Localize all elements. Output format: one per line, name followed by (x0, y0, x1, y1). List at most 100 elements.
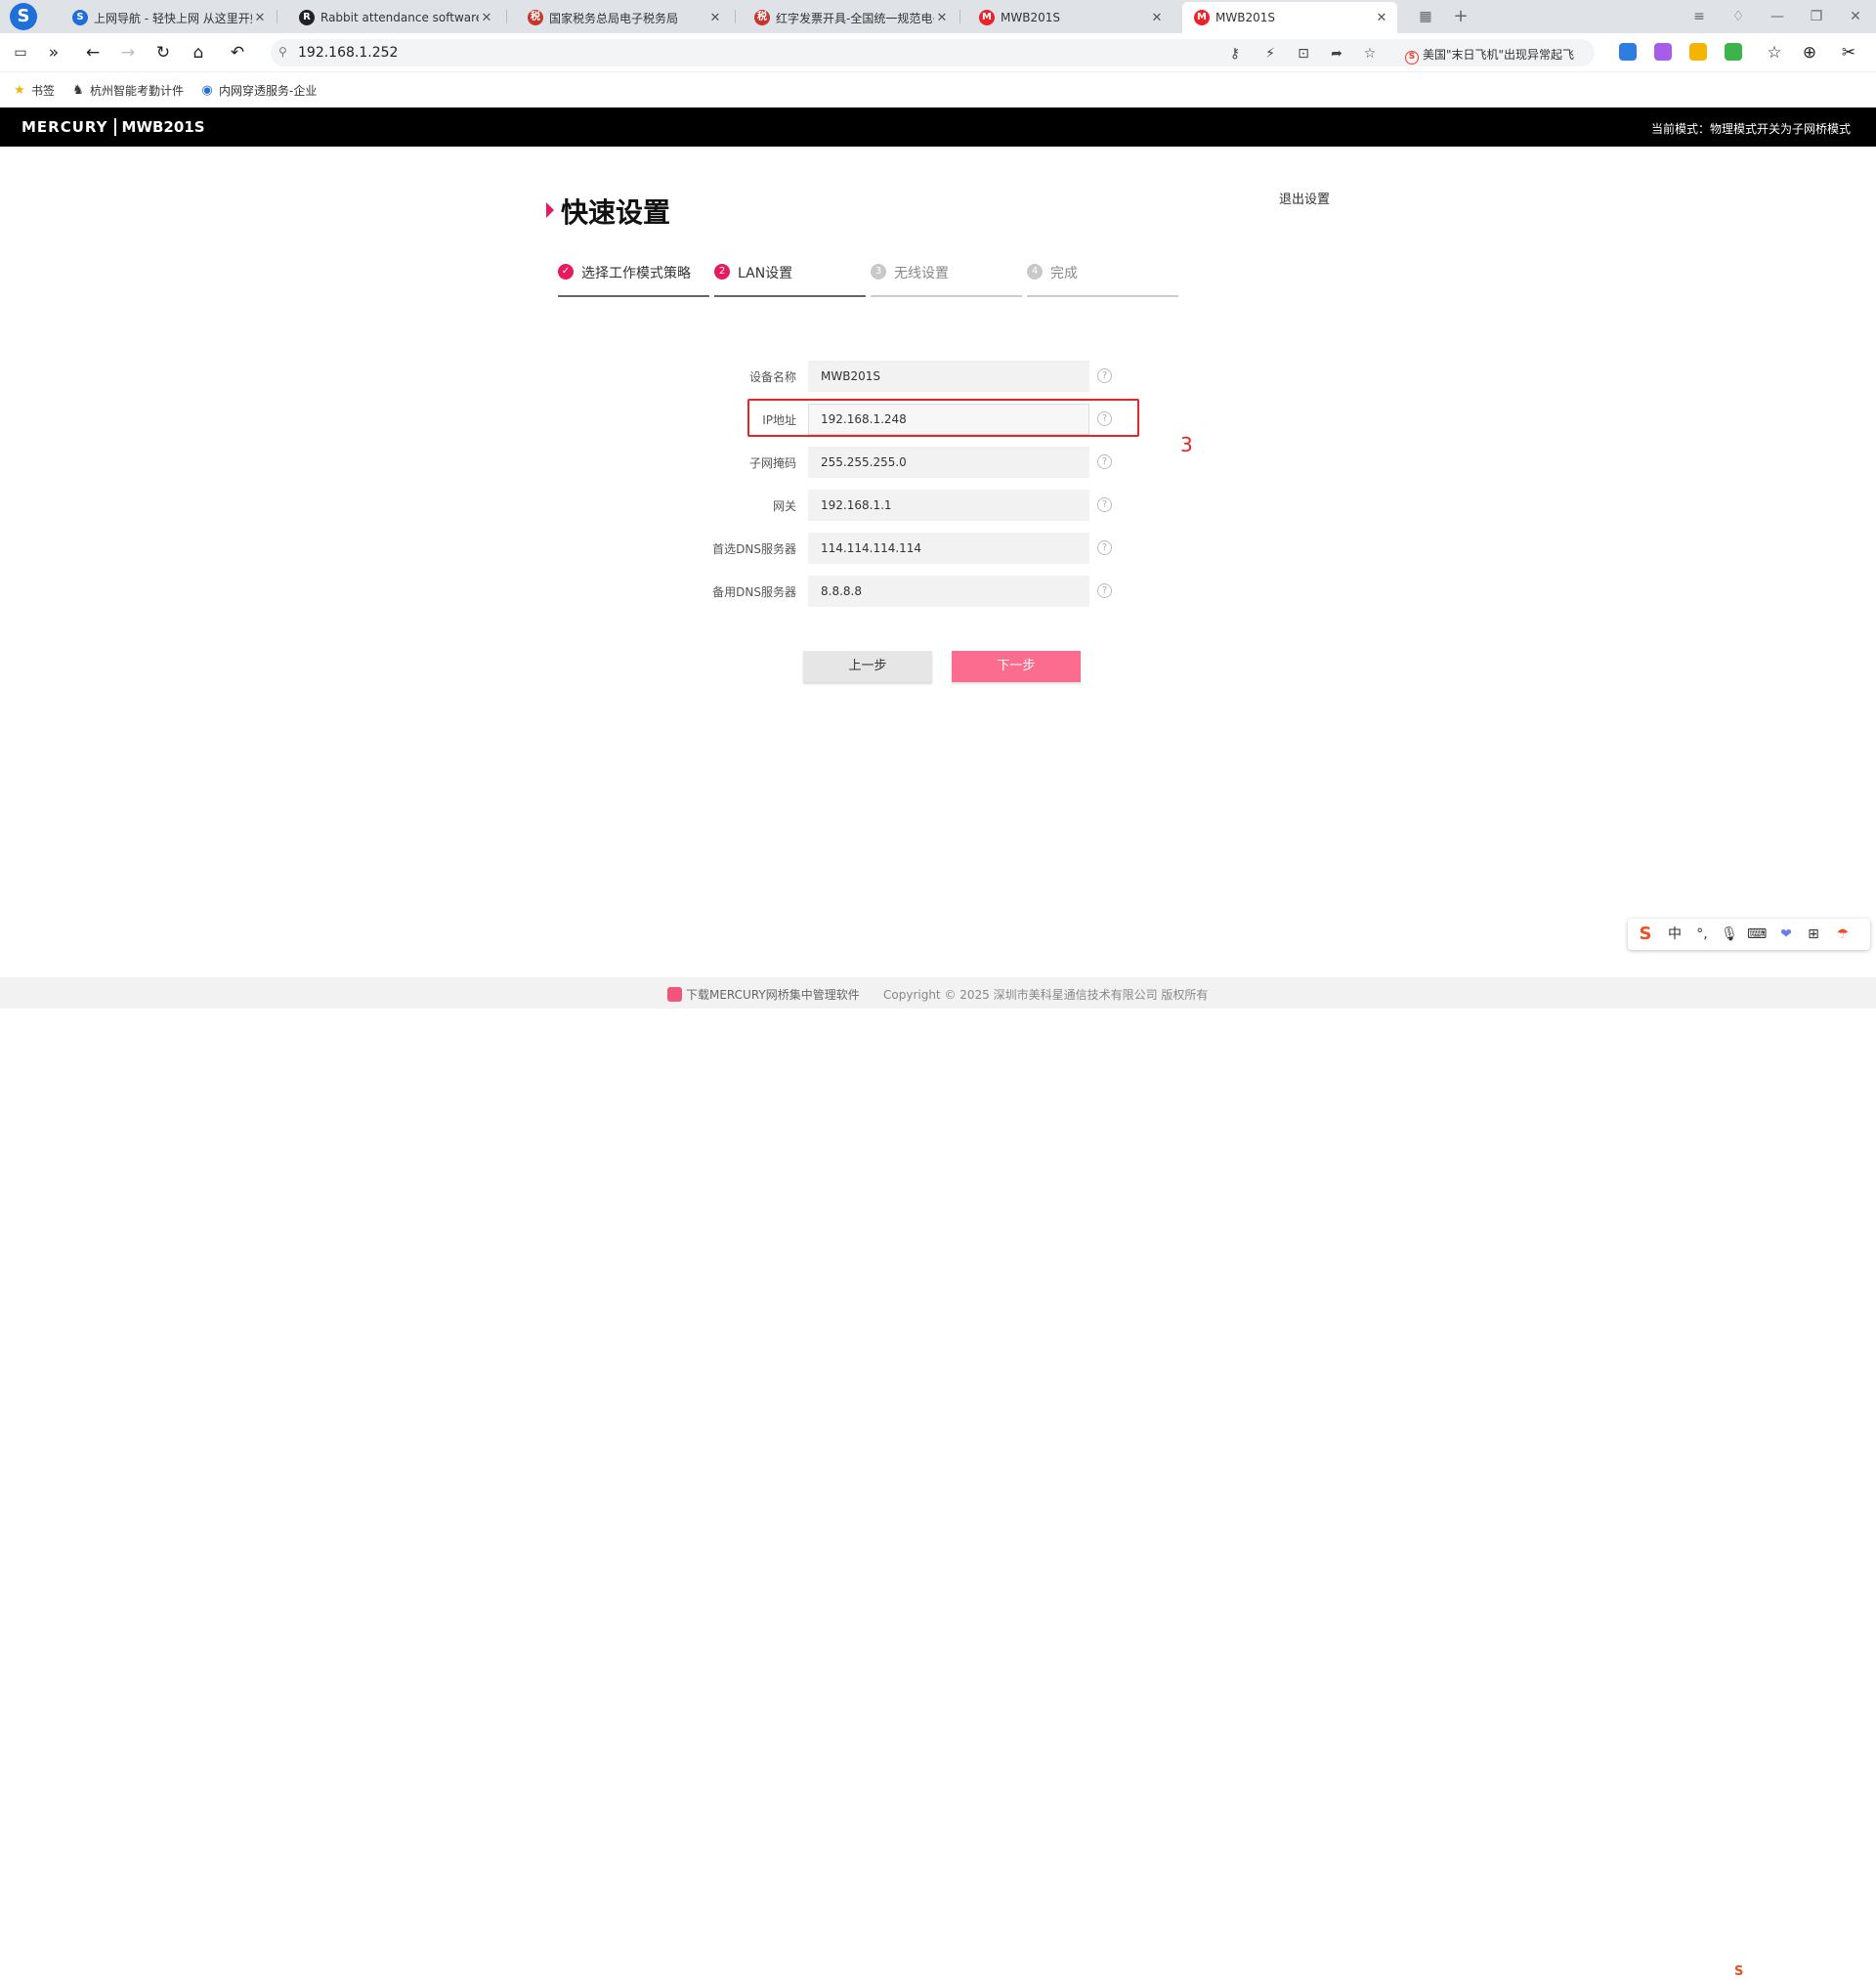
bookmark-item[interactable]: ♞ 杭州智能考勤计件 (70, 82, 184, 99)
bookmarks-bar: ★ 书签 ♞ 杭州智能考勤计件 ◉ 内网穿透服务-企业 (0, 73, 1876, 108)
field-label: 网关 (772, 499, 796, 513)
tab-nav[interactable]: S 上网导航 - 轻快上网 从这里开始 ✕ (61, 2, 276, 33)
bookmark-label: 内网穿透服务-企业 (219, 84, 318, 98)
router-header: MERCURY MWB201S 当前模式：物理模式开关为子网桥模式 (0, 108, 1876, 147)
microphone-icon[interactable]: 🎙 (1720, 925, 1739, 943)
page-title: 快速设置 (547, 192, 670, 231)
bookmark-item[interactable]: ◉ 内网穿透服务-企业 (199, 82, 317, 99)
help-icon[interactable]: ? (1097, 454, 1112, 469)
menu-icon[interactable]: ≡ (1688, 6, 1710, 27)
help-icon[interactable]: ? (1097, 583, 1112, 598)
skin-icon[interactable]: ♢ (1727, 6, 1749, 27)
tab-rabbit[interactable]: R Rabbit attendance software ✕ (287, 2, 502, 33)
download-app-link[interactable]: 下载MERCURY网桥集中管理软件 (667, 986, 860, 1003)
gateway-row: 网关 (640, 490, 796, 521)
exit-setup-link[interactable]: 退出设置 (1279, 189, 1330, 207)
news-ticker[interactable]: S 美国"末日飞机"出现异常起飞 (1405, 46, 1587, 65)
address-bar[interactable]: ⚲ 192.168.1.252 ⚷ ⚡ ⊡ ➦ ☆ S 美国"末日飞机"出现异常起… (271, 39, 1595, 66)
tab-list-icon[interactable]: ▦ (1415, 6, 1436, 27)
grid-icon[interactable]: ⊞ (1804, 925, 1823, 943)
field-label: 设备名称 (748, 370, 796, 384)
restore-icon[interactable]: ❐ (1806, 6, 1827, 27)
sogou-tray-icon[interactable]: S (1734, 1964, 1743, 1979)
bolt-icon[interactable]: ⚡ (1261, 45, 1279, 63)
share-icon[interactable]: ➦ (1328, 45, 1345, 63)
bookmark-label: 书签 (31, 84, 56, 98)
search-icon: ⚲ (278, 45, 287, 59)
tab-tax[interactable]: 税 国家税务总局电子税务局 ✕ (516, 2, 731, 33)
close-icon[interactable]: ✕ (1374, 11, 1389, 25)
tool-icon[interactable]: ☂ (1833, 925, 1853, 943)
help-icon[interactable]: ? (1097, 540, 1112, 555)
scissors-icon[interactable]: ✂ (1838, 42, 1859, 64)
help-icon[interactable]: ? (1097, 497, 1112, 512)
ime-language-toggle[interactable]: 中 (1665, 925, 1684, 943)
extension-purple-icon[interactable] (1654, 43, 1672, 61)
secondary-dns-field[interactable]: 8.8.8.8 (808, 576, 1089, 607)
step-label: 选择工作模式策略 (581, 266, 691, 281)
double-chevron-icon[interactable]: » (43, 42, 64, 64)
screenshot-icon[interactable]: ⊡ (1295, 45, 1312, 63)
device-name-row: 设备名称 (640, 361, 796, 392)
window-close-icon[interactable]: ✕ (1845, 6, 1866, 27)
help-icon[interactable]: ? (1097, 368, 1112, 383)
step-label: 无线设置 (894, 266, 949, 281)
primary-dns-field[interactable]: 114.114.114.114 (808, 533, 1089, 564)
mode-status: 当前模式：物理模式开关为子网桥模式 (1650, 122, 1851, 136)
app-icon (667, 987, 682, 1002)
sogou-favicon-icon: S (72, 10, 88, 25)
home-icon[interactable]: ⌂ (188, 42, 209, 64)
sogou-ime-logo-icon[interactable]: S (1636, 925, 1655, 943)
extension-blue-icon[interactable] (1619, 43, 1637, 61)
keyboard-icon[interactable]: ⌨ (1747, 925, 1767, 943)
step-number: 3 (871, 264, 886, 280)
new-tab-icon[interactable]: + (1450, 6, 1471, 27)
forward-icon[interactable]: → (117, 42, 139, 64)
bookmark-item[interactable]: ★ 书签 (12, 82, 55, 99)
annotation-highlight-box (747, 399, 1139, 437)
reload-icon[interactable]: ↻ (152, 42, 174, 64)
back-icon[interactable]: ← (82, 42, 104, 64)
puzzle-icon[interactable] (1725, 43, 1742, 61)
step-label: 完成 (1050, 266, 1078, 281)
step-4: 4 完成 (1027, 262, 1178, 297)
favorite-icon[interactable]: ☆ (1361, 45, 1379, 63)
field-label: 子网掩码 (748, 456, 796, 470)
gateway-field[interactable]: 192.168.1.1 (808, 490, 1089, 521)
globe-icon: ◉ (201, 82, 213, 98)
mercury-favicon-icon: M (979, 10, 995, 25)
skin-icon[interactable]: ❤ (1776, 925, 1796, 943)
previous-step-button[interactable]: 上一步 (803, 651, 932, 682)
tab-mwb201s-active[interactable]: M MWB201S ✕ (1182, 2, 1397, 33)
tab-invoice[interactable]: 税 红字发票开具-全国统一规范电子 ✕ (743, 2, 958, 33)
sidebar-toggle-icon[interactable]: ▭ (10, 42, 31, 64)
download-icon[interactable]: ⊕ (1799, 42, 1820, 64)
rabbit-favicon-icon: R (299, 10, 315, 25)
copyright-text: Copyright © 2025 深圳市美科星通信技术有限公司 版权所有 (883, 988, 1209, 1002)
mercury-favicon-icon: M (1194, 10, 1210, 25)
secondary-dns-row: 备用DNS服务器 (640, 576, 796, 607)
punctuation-icon[interactable]: °, (1692, 925, 1712, 943)
subnet-mask-field[interactable]: 255.255.255.0 (808, 447, 1089, 478)
star-icon[interactable]: ☆ (1764, 42, 1785, 64)
close-icon[interactable]: ✕ (1149, 11, 1165, 25)
close-icon[interactable]: ✕ (479, 11, 494, 25)
tab-title: MWB201S (1001, 11, 1060, 24)
field-label: 备用DNS服务器 (712, 585, 796, 599)
folder-icon[interactable] (1689, 43, 1707, 61)
minimize-icon[interactable]: — (1767, 6, 1788, 27)
close-icon[interactable]: ✕ (707, 11, 723, 25)
tab-mwb201s-1[interactable]: M MWB201S ✕ (967, 2, 1172, 33)
brand-name: MERCURY (21, 118, 108, 136)
step-number: 2 (714, 264, 730, 280)
close-icon[interactable]: ✕ (934, 11, 950, 25)
close-icon[interactable]: ✕ (252, 11, 268, 25)
step-2: 2 LAN设置 (714, 262, 866, 297)
undo-icon[interactable]: ↶ (227, 42, 248, 64)
browser-logo-icon[interactable]: S (10, 3, 37, 30)
key-icon[interactable]: ⚷ (1226, 45, 1244, 63)
next-step-button[interactable]: 下一步 (952, 651, 1081, 682)
sogou-search-icon: S (1405, 51, 1419, 65)
device-name-field[interactable]: MWB201S (808, 361, 1089, 392)
url-text[interactable]: 192.168.1.252 (298, 45, 398, 61)
